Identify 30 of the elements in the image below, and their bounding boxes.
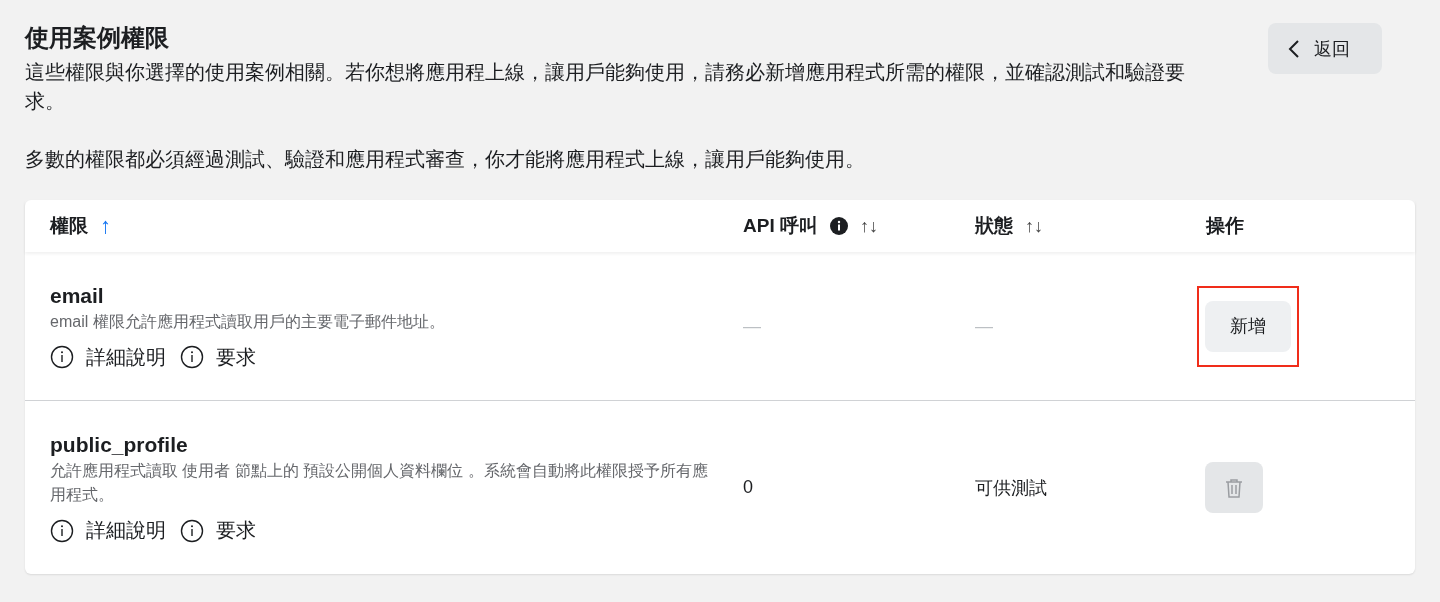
info-icon — [180, 345, 204, 369]
sort-toggle[interactable]: ↑↓ — [1025, 215, 1043, 237]
permission-name: public_profile — [50, 432, 189, 458]
status-value: 可供測試 — [975, 477, 1047, 498]
column-header: 狀態 — [975, 214, 1013, 238]
info-link[interactable]: 要求 — [180, 517, 256, 544]
permission-name: email — [50, 282, 105, 309]
api-calls-value: 0 — [743, 477, 753, 497]
info-icon — [50, 518, 74, 543]
info-icon — [180, 518, 204, 543]
info-link[interactable]: 詳細說明 — [50, 517, 166, 544]
add-button[interactable]: 新增 — [1205, 300, 1291, 352]
sort-toggle[interactable]: ↑ — [100, 213, 111, 239]
status-value: — — [975, 315, 993, 336]
info-icon — [50, 345, 74, 369]
column-header: 操作 — [1206, 214, 1244, 238]
description-text: 這些權限與你選擇的使用案例相關。若你想將應用程上線，讓用戶能夠使用，請務必新增應用程式所需的權限，並確認測試和驗證要求。 — [25, 60, 1186, 114]
chevron-left-icon — [1288, 38, 1300, 59]
trash-icon — [1224, 476, 1244, 499]
info-link[interactable]: 要求 — [180, 343, 256, 371]
sort-toggle[interactable]: ↑↓ — [859, 215, 878, 237]
column-header: API 呼叫 — [743, 214, 818, 238]
page-title: 使用案例權限 — [25, 23, 170, 53]
column-header: 權限 — [50, 214, 88, 238]
permission-description: 允許應用程式讀取 使用者 節點上的 預設公開個人資料欄位 。系統會自動將此權限授予所有應用程式。 — [50, 461, 709, 505]
back-button[interactable]: 返回 — [1268, 23, 1382, 74]
api-calls-value: — — [743, 315, 761, 336]
note-text: 多數的權限都必須經過測試、驗證和應用程式審查，你才能將應用程式上線，讓用戶能夠使用。 — [25, 147, 866, 172]
permission-description: email 權限允許應用程式讀取用戶的主要電子郵件地址。 — [50, 311, 446, 332]
info-link[interactable]: 詳細說明 — [50, 343, 166, 371]
